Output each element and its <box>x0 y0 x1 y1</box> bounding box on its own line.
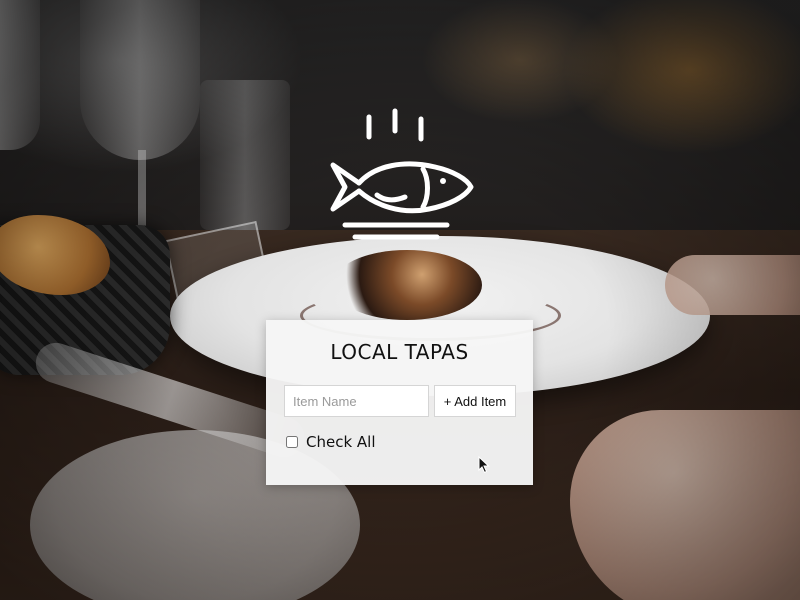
app-title: LOCAL TAPAS <box>330 340 469 364</box>
check-all-control[interactable]: Check All <box>286 432 376 452</box>
check-all-label: Check All <box>306 433 376 451</box>
mouse-pointer-icon <box>478 456 490 474</box>
fish-logo-icon <box>330 108 474 240</box>
tapas-list-panel: LOCAL TAPAS + Add Item Check All <box>266 320 533 485</box>
add-item-button[interactable]: + Add Item <box>434 385 516 417</box>
vignette-overlay <box>0 0 800 600</box>
item-name-input[interactable] <box>284 385 429 417</box>
restaurant-background-photo <box>0 0 800 600</box>
check-all-checkbox[interactable] <box>286 436 298 448</box>
